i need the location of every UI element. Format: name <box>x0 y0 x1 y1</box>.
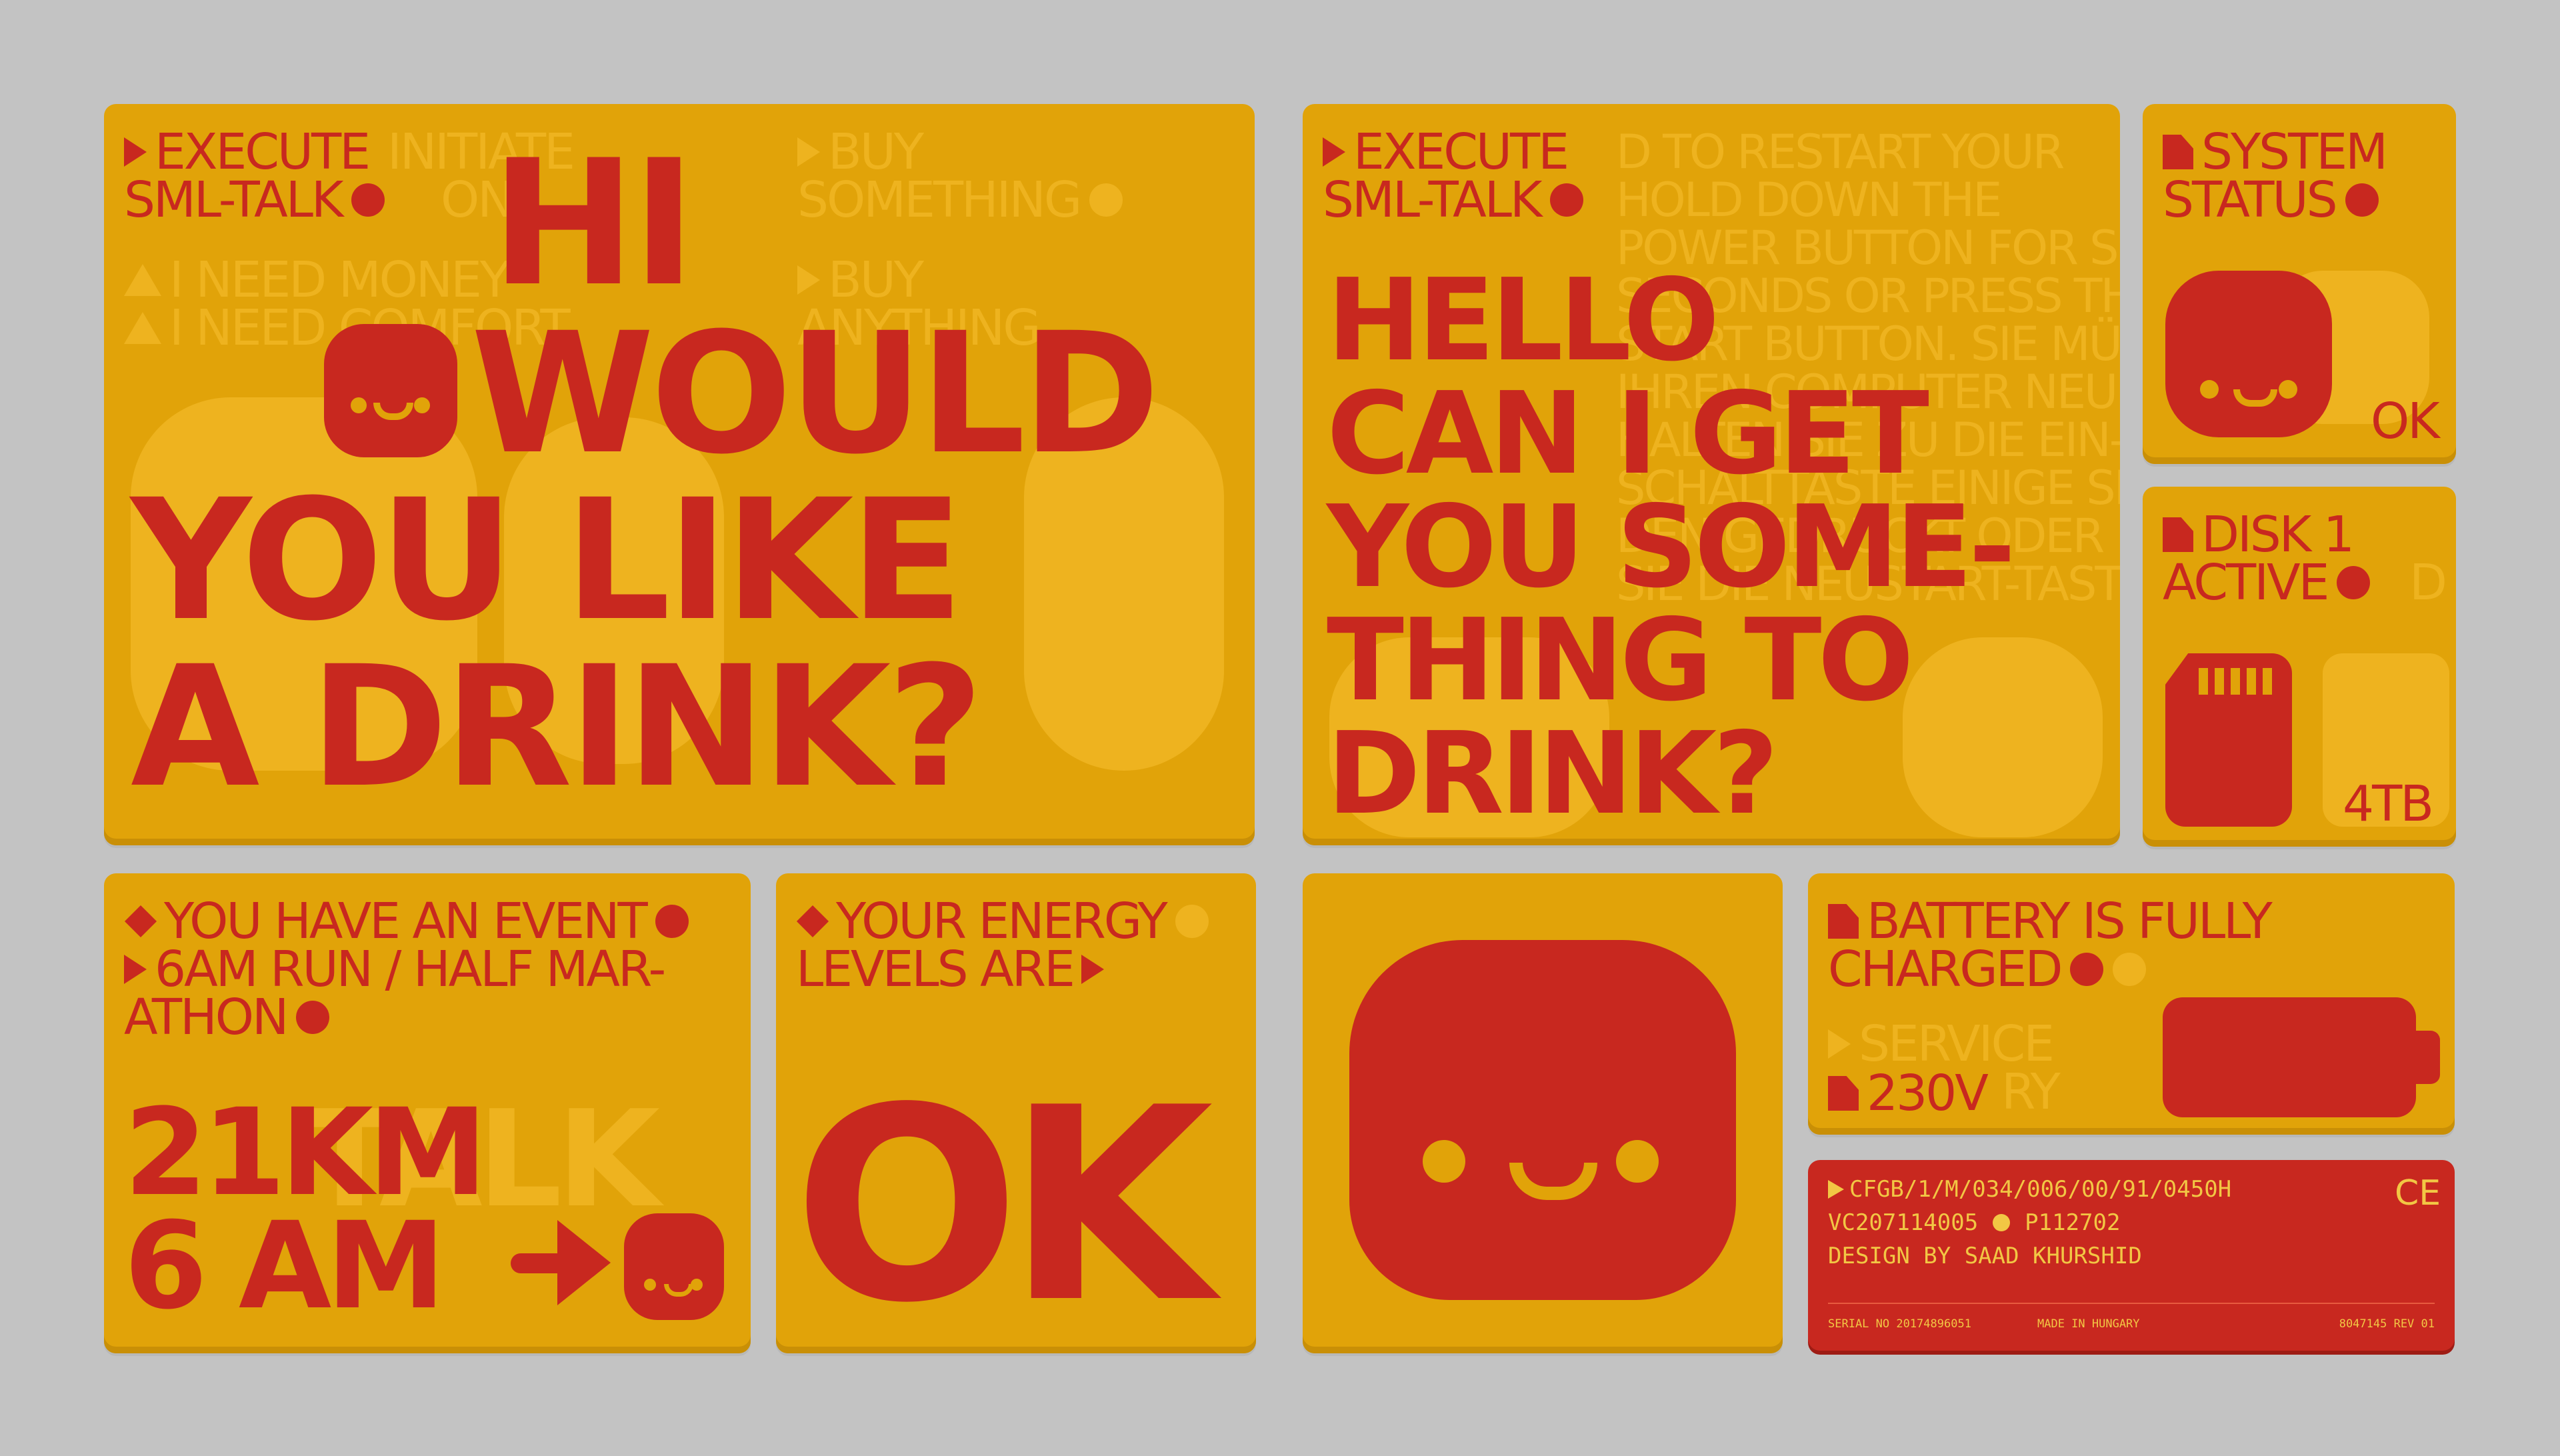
command-header: EXECUTE SML-TALK <box>1323 127 1583 225</box>
ghost-buy-something: BUY SOMETHING <box>797 127 1123 225</box>
arrow-right-icon <box>797 265 820 295</box>
headline-you-some: YOU SOME- <box>1327 481 2016 613</box>
document-icon <box>1828 904 1859 939</box>
disk-size: 4TB <box>2343 775 2434 833</box>
diamond-icon <box>796 905 829 938</box>
status-dot <box>2345 183 2379 217</box>
arrow-right-icon <box>124 955 147 984</box>
energy-panel: YOUR ENERGY LEVELS ARE OK <box>776 873 1256 1353</box>
arrow-right-icon <box>124 137 147 167</box>
serial-vc: VC207114005 P112702 <box>1828 1209 2121 1236</box>
headline-hi: HI <box>491 123 696 325</box>
serial-number: SERIAL NO 20174896051 <box>1828 1317 1971 1331</box>
headline-drink: DRINK? <box>1327 708 1779 840</box>
made-in: MADE IN HUNGARY <box>2037 1317 2140 1331</box>
document-icon <box>1828 1076 1859 1111</box>
arrow-right-icon <box>797 137 820 167</box>
smiley-face-icon <box>2165 271 2332 437</box>
disk-header: DISK 1 ACTIVE <box>2163 510 2371 607</box>
diamond-icon <box>124 905 157 938</box>
system-status-value: OK <box>2371 393 2440 450</box>
status-dot <box>655 905 689 938</box>
headline-a-drink: A DRINK? <box>131 630 984 824</box>
ghost-blob <box>1903 637 2103 837</box>
revision: 8047145 REV 01 <box>2339 1317 2435 1331</box>
ghost-disk: D <box>2409 554 2447 611</box>
status-dot <box>296 1001 330 1034</box>
sd-card-icon <box>2165 653 2292 827</box>
battery-panel: SERVICE RY BATTERY IS FULLY CHARGED 230V <box>1808 873 2455 1135</box>
status-dot <box>351 183 385 217</box>
serial-design: DESIGN BY SAAD KHURSHID <box>1828 1243 2142 1269</box>
system-status-header: SYSTEM STATUS <box>2163 123 2388 229</box>
status-dot <box>1549 183 1583 217</box>
document-icon <box>2163 135 2193 169</box>
document-icon <box>2163 517 2193 552</box>
arrow-right-icon <box>1323 137 1345 167</box>
status-dot <box>2337 566 2371 599</box>
battery-icon <box>2163 997 2416 1117</box>
event-distance: 21KM <box>124 1083 487 1223</box>
energy-header: YOUR ENERGY LEVELS ARE <box>796 897 1209 994</box>
arrow-right-icon <box>1828 1029 1851 1059</box>
system-status-panel: SYSTEM STATUS OK <box>2143 104 2456 464</box>
ghost-dot <box>1175 905 1209 938</box>
event-header: YOU HAVE AN EVENT 6AM RUN / HALF MAR- AT… <box>124 897 689 1042</box>
play-icon <box>1828 1180 1844 1199</box>
serial-divider <box>1828 1303 2435 1304</box>
serial-plate: CFGB/1/M/034/006/00/91/0450H VC207114005… <box>1808 1160 2455 1351</box>
arrow-right-icon <box>557 1220 611 1305</box>
ghost-dot <box>2113 953 2147 986</box>
headline-you-like: YOU LIKE <box>131 463 964 657</box>
smiley-face-icon <box>1349 940 1736 1300</box>
smiley-face-icon <box>624 1213 724 1320</box>
status-dot <box>2070 953 2104 986</box>
hello-panel: D TO RESTART YOUR HOLD DOWN THE POWER BU… <box>1303 104 2120 845</box>
event-panel: TALK YOU HAVE AN EVENT 6AM RUN / HALF MA… <box>104 873 751 1353</box>
battery-terminal <box>2416 1031 2440 1084</box>
battery-header: BATTERY IS FULLY CHARGED <box>1828 893 2273 998</box>
headline-hello: HELLO <box>1327 255 1720 387</box>
smiley-face-icon <box>324 324 457 457</box>
headline-can-i-get: CAN I GET <box>1327 368 1929 500</box>
battery-fill <box>2163 997 2416 1117</box>
serial-code: CFGB/1/M/034/006/00/91/0450H <box>1828 1176 2231 1203</box>
arrow-right-icon <box>1081 955 1104 984</box>
disk-panel: D DISK 1 ACTIVE 4TB <box>2143 487 2456 847</box>
triangle-icon <box>124 312 161 344</box>
headline-thing-to: THING TO <box>1327 595 1914 727</box>
battery-voltage: 230V <box>1828 1069 1989 1118</box>
command-header: EXECUTE SML-TALK <box>124 127 385 225</box>
headline-would: WOULD <box>471 297 1160 491</box>
drink-panel: INITIATE ON BUY SOMETHING BUY ANYTHING I … <box>104 104 1255 845</box>
energy-value: OK <box>793 1051 1213 1353</box>
ce-mark: CE <box>2395 1173 2441 1213</box>
event-time: 6 AM <box>124 1197 445 1336</box>
triangle-icon <box>124 264 161 296</box>
face-panel <box>1303 873 1783 1353</box>
